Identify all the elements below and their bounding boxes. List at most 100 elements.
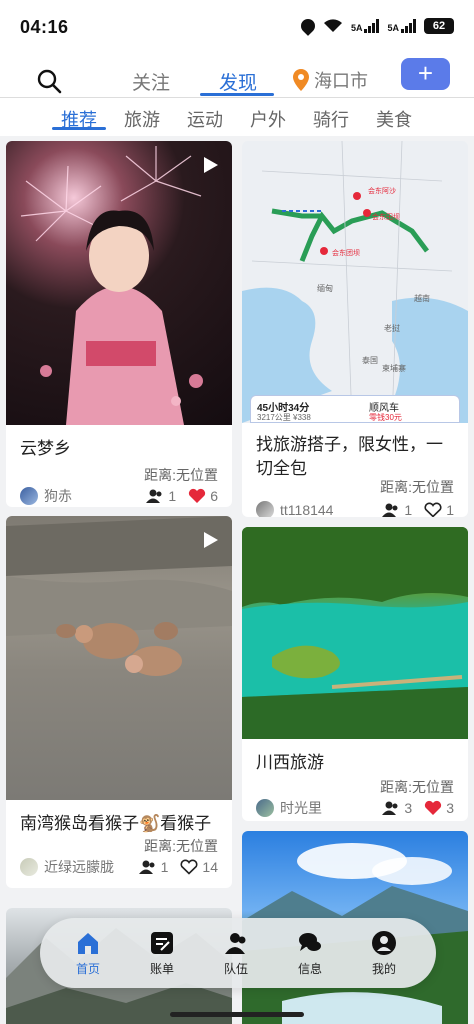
status-icons: 5A 5A 62 (298, 16, 454, 36)
home-icon (78, 933, 98, 954)
lake-photo-illustration (242, 527, 468, 739)
post-image (6, 516, 232, 800)
tab-team[interactable]: 队伍 (206, 930, 266, 977)
video-play-icon (204, 157, 218, 173)
like-icon[interactable] (188, 488, 206, 504)
map-label: 会东阿沙 (368, 186, 396, 195)
like-outline-icon[interactable] (424, 502, 442, 517)
members-icon (382, 503, 398, 517)
tab-messages[interactable]: 信息 (280, 930, 340, 977)
category-bar: 推荐 旅游 运动 户外 骑行 美食 (0, 98, 474, 136)
likes-count: 14 (202, 859, 218, 875)
category-outdoor[interactable]: 户外 (250, 106, 286, 132)
members-count: 3 (404, 800, 413, 816)
map-label: 会东团坝 (332, 248, 360, 257)
post-meta: 时光里 3 3 (256, 797, 454, 819)
tab-following[interactable]: 关注 (132, 68, 170, 95)
map-label: 柬埔寨 (382, 363, 406, 373)
fireworks-photo-illustration (20, 146, 203, 425)
home-indicator (170, 1012, 304, 1017)
battery-icon: 62 (424, 18, 454, 34)
post-card[interactable]: 南湾猴岛看猴子🐒看猴子 距离:无位置 近绿远朦胧 1 14 (6, 516, 232, 888)
tab-discover[interactable]: 发现 (219, 68, 257, 95)
category-travel[interactable]: 旅游 (124, 106, 160, 132)
category-indicator (52, 127, 106, 130)
map-illustration: 老挝 泰国 缅甸 越南 柬埔寨 会东阿沙 会东田坝 会东团坝 (242, 141, 468, 423)
avatar (20, 858, 38, 876)
members-count: 1 (168, 488, 177, 504)
members-count: 1 (404, 502, 413, 517)
post-image (6, 141, 232, 425)
add-button[interactable]: + (401, 58, 450, 90)
map-pin-icon (293, 69, 309, 91)
author-name: tt118144 (280, 502, 334, 517)
tab-home[interactable]: 首页 (58, 930, 118, 977)
post-image: 老挝 泰国 缅甸 越南 柬埔寨 会东阿沙 会东田坝 会东团坝 45小时34分 3… (242, 141, 468, 423)
post-card[interactable]: 老挝 泰国 缅甸 越南 柬埔寨 会东阿沙 会东田坝 会东团坝 45小时34分 3… (242, 141, 468, 517)
post-author[interactable]: 近绿远朦胧 (20, 857, 139, 877)
avatar (20, 487, 38, 505)
author-name: 时光里 (280, 800, 322, 816)
post-title: 云梦乡 (20, 439, 71, 458)
location-selector[interactable]: 海口市 (292, 67, 368, 93)
status-bar: 04:16 5A 5A 62 (0, 0, 474, 56)
post-stats: 1 6 (146, 488, 218, 504)
search-icon[interactable] (36, 68, 62, 94)
members-icon (382, 801, 398, 815)
members-icon (146, 489, 162, 503)
post-title: 南湾猴岛看猴子🐒看猴子 (20, 814, 212, 833)
likes-count: 1 (446, 502, 454, 517)
signal-bars-icon (401, 19, 416, 33)
likes-count: 6 (210, 488, 218, 504)
post-stats: 3 3 (382, 800, 454, 816)
post-title: 找旅游搭子，限女性，一切全包 (256, 435, 443, 478)
like-outline-icon[interactable] (180, 859, 198, 875)
post-distance: 距离:无位置 (380, 479, 454, 495)
tab-profile[interactable]: 我的 (354, 930, 414, 977)
map-label: 越南 (414, 293, 430, 303)
post-feed[interactable]: 云梦乡 距离:无位置 狗赤 1 6 老挝 泰国 缅甸 越南 柬埔寨 会东阿沙 会… (0, 136, 474, 1024)
tab-indicator (200, 93, 274, 96)
post-distance: 距离:无位置 (144, 838, 218, 854)
signal-bars-icon (364, 19, 380, 33)
video-play-icon (204, 532, 218, 548)
signal-1: 5A (351, 19, 380, 33)
category-sports[interactable]: 运动 (187, 106, 223, 132)
top-nav: 关注 发现 海口市 + (0, 56, 474, 98)
map-label: 泰国 (362, 355, 378, 365)
map-label: 缅甸 (317, 283, 333, 293)
post-author[interactable]: 狗赤 (20, 486, 146, 506)
signal-2: 5A (387, 19, 416, 33)
author-name: 狗赤 (44, 488, 72, 504)
post-card[interactable]: 云梦乡 距离:无位置 狗赤 1 6 (6, 141, 232, 507)
profile-icon (372, 931, 396, 955)
like-icon[interactable] (424, 800, 442, 816)
post-card[interactable]: 川西旅游 距离:无位置 时光里 3 3 (242, 527, 468, 821)
location-status-icon (298, 16, 318, 36)
category-cycling[interactable]: 骑行 (313, 106, 349, 132)
bottom-tab-bar: 首页 账单 队伍 信息 我的 (40, 918, 436, 988)
post-title: 川西旅游 (256, 753, 324, 772)
post-author[interactable]: 时光里 (256, 798, 382, 818)
chat-icon (299, 933, 321, 951)
bill-icon (151, 932, 173, 954)
map-label: 老挝 (384, 323, 400, 333)
author-name: 近绿远朦胧 (44, 859, 114, 875)
avatar (256, 799, 274, 817)
post-meta: tt118144 1 1 (256, 499, 454, 517)
post-image (242, 527, 468, 739)
wifi-icon (323, 19, 342, 32)
post-meta: 近绿远朦胧 1 14 (20, 856, 218, 878)
post-stats: 1 14 (138, 859, 218, 875)
route-info-panel: 45小时34分 3217公里 ¥338 顺风车 零钱30元 (250, 395, 460, 423)
category-food[interactable]: 美食 (376, 106, 412, 132)
monkeys-photo-illustration (6, 516, 232, 676)
post-author[interactable]: tt118144 (256, 501, 382, 517)
members-icon (138, 860, 155, 874)
team-icon (225, 933, 246, 954)
avatar (256, 501, 274, 517)
status-time: 04:16 (20, 17, 69, 37)
post-distance: 距离:无位置 (380, 779, 454, 795)
members-count: 1 (160, 859, 169, 875)
tab-bill[interactable]: 账单 (132, 930, 192, 977)
